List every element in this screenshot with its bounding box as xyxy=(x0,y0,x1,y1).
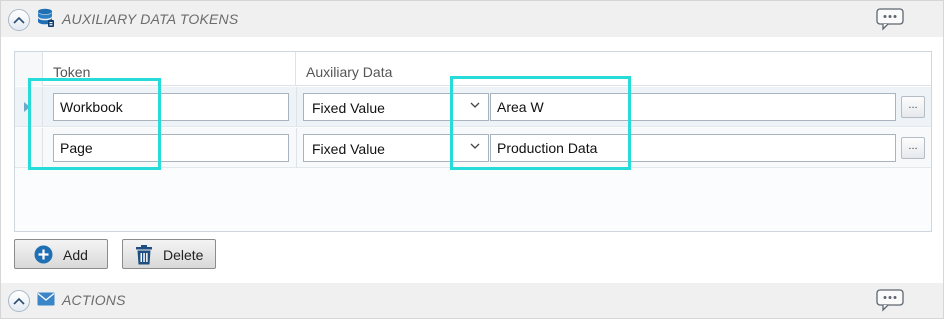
aux-section-title: AUXILIARY DATA TOKENS xyxy=(62,11,239,27)
aux-tokens-grid: Token Auxiliary Data Fixed Value ... Fix… xyxy=(14,51,932,232)
comment-icon[interactable] xyxy=(875,7,905,31)
collapse-aux-section-button[interactable] xyxy=(8,9,30,31)
browse-button[interactable]: ... xyxy=(901,137,925,159)
aux-type-value: Fixed Value xyxy=(312,141,385,157)
collapse-actions-section-button[interactable] xyxy=(8,290,30,312)
envelope-icon xyxy=(37,292,55,306)
aux-type-dropdown[interactable]: Fixed Value xyxy=(303,93,489,121)
delete-button-label: Delete xyxy=(163,247,204,263)
token-column-header[interactable]: Token xyxy=(43,52,296,86)
database-icon xyxy=(38,8,54,27)
current-row-arrow-icon xyxy=(24,102,30,112)
aux-type-dropdown[interactable]: Fixed Value xyxy=(303,134,489,162)
aux-data-column-label: Auxiliary Data xyxy=(306,64,393,80)
cell-divider xyxy=(296,128,297,168)
aux-data-tokens-header[interactable]: AUXILIARY DATA TOKENS xyxy=(1,1,943,37)
actions-section-title: ACTIONS xyxy=(62,292,126,308)
row-indicator[interactable] xyxy=(15,128,43,168)
browse-button[interactable]: ... xyxy=(901,96,925,118)
delete-button[interactable]: Delete xyxy=(122,239,216,269)
add-button-label: Add xyxy=(63,247,88,263)
token-input[interactable] xyxy=(53,93,289,121)
trash-icon xyxy=(136,245,152,265)
aux-type-value: Fixed Value xyxy=(312,100,385,116)
aux-data-column-header[interactable]: Auxiliary Data xyxy=(296,52,931,86)
comment-icon[interactable] xyxy=(875,288,905,312)
row-indicator[interactable] xyxy=(15,87,43,127)
actions-header[interactable]: ACTIONS xyxy=(1,283,943,318)
table-row[interactable]: Fixed Value ... xyxy=(15,87,931,127)
chevron-down-icon xyxy=(470,143,480,149)
chevron-down-icon xyxy=(470,102,480,108)
token-column-label: Token xyxy=(53,64,91,80)
aux-value-input[interactable] xyxy=(490,134,896,162)
aux-value-input[interactable] xyxy=(490,93,896,121)
token-input[interactable] xyxy=(53,134,289,162)
plus-circle-icon xyxy=(34,245,53,264)
add-button[interactable]: Add xyxy=(14,239,108,269)
cell-divider xyxy=(296,87,297,127)
table-row[interactable]: Fixed Value ... xyxy=(15,128,931,168)
grid-header: Token Auxiliary Data xyxy=(15,52,931,86)
chevron-up-icon xyxy=(13,297,25,305)
chevron-up-icon xyxy=(13,16,25,24)
row-indicator-column xyxy=(15,52,43,86)
